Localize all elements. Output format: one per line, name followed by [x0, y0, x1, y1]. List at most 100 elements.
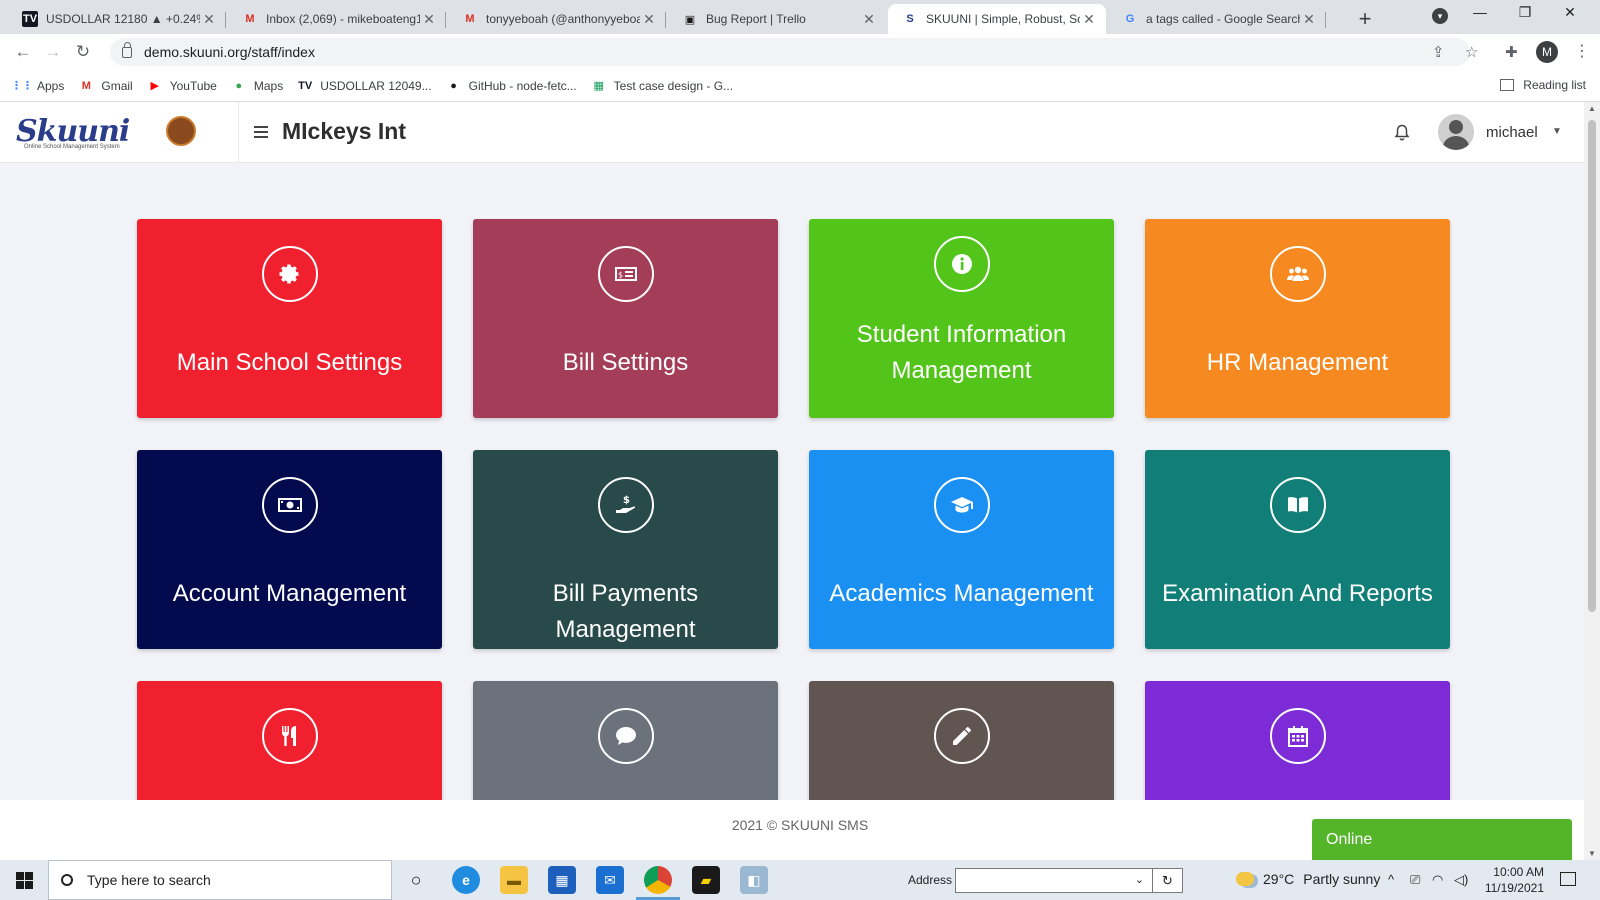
browser-tab[interactable]: ▣ Bug Report | Trello ✕ — [668, 4, 886, 34]
reload-icon[interactable]: ↻ — [68, 42, 98, 62]
module-tile[interactable]: HR Management — [1145, 219, 1450, 418]
address-bar[interactable]: demo.skuuni.org/staff/index — [110, 38, 1470, 66]
module-tile[interactable]: $ Bill Settings — [473, 219, 778, 418]
scroll-down-icon[interactable]: ▼ — [1588, 849, 1596, 858]
hamburger-menu-icon[interactable] — [254, 126, 268, 141]
windows-start-icon[interactable] — [0, 871, 48, 889]
meet-now-icon[interactable]: ⎚ — [1410, 872, 1420, 888]
tab-close-icon[interactable]: ✕ — [860, 11, 878, 28]
bookmark-label: Maps — [253, 78, 284, 93]
tab-close-icon[interactable]: ✕ — [1080, 11, 1098, 28]
taskbar-search-placeholder: Type here to search — [87, 872, 211, 888]
notifications-icon[interactable] — [1560, 872, 1576, 886]
new-tab-button[interactable]: + — [1352, 6, 1378, 32]
tab-close-icon[interactable]: ✕ — [640, 11, 658, 28]
module-tile[interactable]: Examination And Reports — [1145, 450, 1450, 649]
pencil-icon — [933, 708, 990, 764]
tab-favicon-icon: ▣ — [684, 13, 696, 26]
module-tile[interactable]: Lesson Planner — [1145, 681, 1450, 800]
tradingview-icon: TV — [298, 79, 313, 92]
scrollbar-thumb[interactable] — [1588, 120, 1596, 612]
app-window-icon[interactable]: ◧ — [740, 866, 768, 894]
wifi-icon[interactable]: ◠ — [1432, 872, 1443, 888]
address-toolbar-input[interactable]: ⌄ ↻ — [955, 868, 1183, 893]
bookmark-item[interactable]: ● Maps — [231, 78, 284, 94]
notification-bell-icon[interactable] — [1394, 124, 1410, 142]
weather-widget[interactable]: 29°C Partly sunny — [1236, 871, 1380, 887]
clock-date: 11/19/2021 — [1484, 881, 1544, 895]
chrome-icon[interactable] — [644, 866, 672, 894]
module-tile-label: Bill Payments Management — [552, 580, 699, 643]
comment-icon — [597, 708, 654, 764]
extensions-puzzle-icon[interactable]: ✚ — [1505, 43, 1518, 61]
taskbar-search-box[interactable]: Type here to search — [48, 860, 392, 900]
tab-close-icon[interactable]: ✕ — [1300, 11, 1318, 28]
volume-icon[interactable]: ◁) — [1454, 872, 1468, 888]
tab-close-icon[interactable]: ✕ — [200, 11, 218, 28]
sheets-icon: ▦ — [593, 80, 604, 92]
tray-chevron-up-icon[interactable]: ^ — [1388, 872, 1394, 887]
weather-text: Partly sunny — [1303, 871, 1381, 887]
graduation-cap-icon — [933, 477, 990, 533]
sticky-notes-icon[interactable]: ▰ — [692, 866, 720, 894]
browser-tab[interactable]: Mtonyyeboah (@anthonyyeboa ✕ — [448, 4, 666, 34]
module-tile[interactable]: Account Management — [137, 450, 442, 649]
tab-title: Inbox (2,069) - mikeboateng1 — [266, 12, 420, 26]
skuuni-logo[interactable]: Skuuni Online School Management System — [16, 114, 196, 154]
module-tile[interactable]: Main School Settings — [137, 219, 442, 418]
tab-title: Bug Report | Trello — [706, 12, 806, 26]
reading-list-button[interactable]: Reading list — [1500, 78, 1586, 92]
forward-arrow-icon[interactable]: → — [38, 42, 68, 62]
profile-avatar[interactable]: M — [1536, 41, 1558, 63]
module-tile[interactable]: Student Information Management — [809, 219, 1114, 418]
restore-button[interactable]: ❐ — [1505, 4, 1545, 21]
bookmark-item[interactable]: ⋮⋮ Apps — [11, 78, 64, 94]
module-tile[interactable] — [809, 681, 1114, 800]
module-tile[interactable] — [473, 681, 778, 800]
user-name[interactable]: michael — [1486, 124, 1538, 141]
bookmark-item[interactable]: ▶ YouTube — [147, 78, 216, 94]
tab-search-icon[interactable]: ▾ — [1432, 8, 1448, 24]
scroll-up-icon[interactable]: ▲ — [1588, 104, 1596, 113]
share-icon[interactable]: ⇪ — [1432, 43, 1445, 61]
chevron-down-icon[interactable]: ⌄ — [1135, 873, 1144, 886]
edge-browser-icon[interactable]: e — [452, 866, 480, 894]
browser-tab[interactable]: S SKUUNI | Simple, Robust, Sch ✕ — [888, 4, 1106, 34]
module-tile[interactable]: $ Bill Payments Management — [473, 450, 778, 649]
bookmark-item[interactable]: ▦ Test case design - G... — [591, 78, 733, 94]
bookmark-item[interactable]: ● GitHub - node-fetc... — [446, 78, 577, 94]
online-status-chat[interactable]: Online — [1312, 819, 1572, 860]
close-window-button[interactable]: ✕ — [1550, 4, 1590, 21]
user-avatar[interactable] — [1438, 114, 1474, 150]
bookmark-item[interactable]: M Gmail — [78, 78, 133, 94]
bookmark-star-icon[interactable]: ☆ — [1465, 43, 1478, 61]
minimize-button[interactable]: — — [1460, 4, 1500, 20]
file-explorer-icon[interactable]: ▬ — [500, 866, 528, 894]
store-icon[interactable]: ▦ — [548, 866, 576, 894]
tab-close-icon[interactable]: ✕ — [420, 11, 438, 28]
tab-title: a tags called - Google Search — [1146, 12, 1300, 26]
user-menu-caret-icon[interactable]: ▼ — [1552, 126, 1562, 137]
refresh-icon[interactable]: ↻ — [1152, 869, 1182, 892]
browser-tab[interactable]: Ga tags called - Google Search ✕ — [1108, 4, 1326, 34]
module-tile-label: Student Information Management — [856, 321, 1067, 384]
task-view-icon[interactable]: ○ — [402, 866, 430, 894]
bookmark-item[interactable]: TV USDOLLAR 12049... — [297, 78, 431, 94]
system-clock[interactable]: 10:00 AM 11/19/2021 — [1480, 864, 1544, 896]
lock-icon — [122, 41, 132, 58]
gear-icon — [261, 246, 318, 302]
page-scrollbar[interactable]: ▲ ▼ — [1584, 102, 1600, 860]
browser-tab[interactable]: TV USDOLLAR 12180 ▲ +0.24% ✕ — [8, 4, 226, 34]
browser-tab-strip: + ▾ — ❐ ✕ TV USDOLLAR 12180 ▲ +0.24% ✕ M In… — [0, 0, 1600, 34]
module-tile[interactable] — [137, 681, 442, 800]
tab-title: tonyyeboah (@anthonyyeboa — [486, 12, 640, 26]
bookmark-label: GitHub - node-fetc... — [468, 78, 577, 93]
browser-tab[interactable]: M Inbox (2,069) - mikeboateng1 ✕ — [228, 4, 446, 34]
back-arrow-icon[interactable]: ← — [8, 42, 38, 62]
module-tile[interactable]: Academics Management — [809, 450, 1114, 649]
app-header: Skuuni Online School Management System M… — [0, 102, 1584, 163]
tab-favicon-icon: M — [465, 13, 475, 25]
module-tile-label: HR Management — [1206, 349, 1389, 376]
browser-menu-icon[interactable]: ⋮ — [1574, 41, 1590, 61]
mail-icon[interactable]: ✉ — [596, 866, 624, 894]
